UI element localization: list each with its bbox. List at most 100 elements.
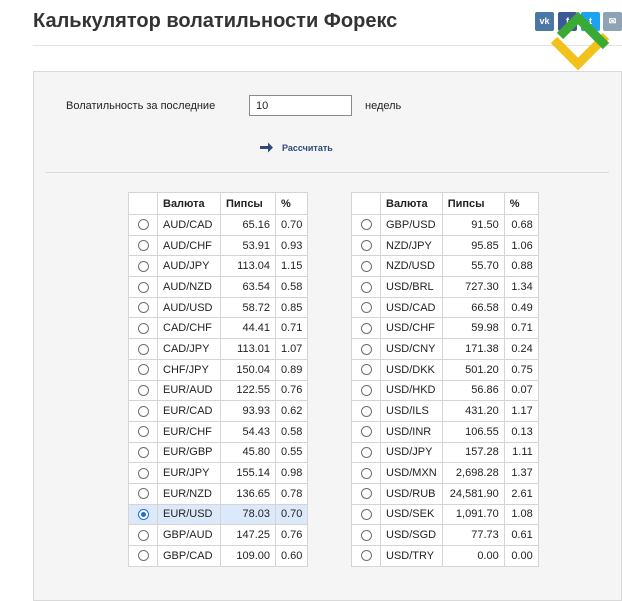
row-select-cell[interactable] [351, 441, 381, 464]
table-row[interactable]: USD/BRL 727.30 1.34 [351, 276, 539, 298]
table-row[interactable]: GBP/CAD 109.00 0.60 [128, 545, 309, 567]
table-row[interactable]: USD/SEK 1,091.70 1.08 [351, 503, 539, 526]
table-row[interactable]: GBP/AUD 147.25 0.76 [128, 524, 309, 546]
table-row[interactable]: CHF/JPY 150.04 0.89 [128, 358, 309, 381]
row-select-cell[interactable] [351, 420, 381, 443]
row-select-cell[interactable] [128, 441, 158, 464]
table-row[interactable]: USD/TRY 0.00 0.00 [351, 545, 539, 567]
pair-radio[interactable] [137, 281, 149, 293]
pair-radio[interactable] [360, 509, 372, 521]
table-row[interactable]: NZD/USD 55.70 0.88 [351, 255, 539, 278]
pair-radio[interactable] [137, 550, 149, 562]
table-row[interactable]: USD/CNY 171.38 0.24 [351, 338, 539, 360]
table-row[interactable]: EUR/AUD 122.55 0.76 [128, 379, 309, 402]
pair-radio[interactable] [360, 343, 372, 355]
table-row[interactable]: USD/SGD 77.73 0.61 [351, 524, 539, 546]
table-row[interactable]: CAD/JPY 113.01 1.07 [128, 338, 309, 360]
row-select-cell[interactable] [351, 234, 381, 257]
row-select-cell[interactable] [128, 296, 158, 319]
pair-radio[interactable] [360, 260, 372, 272]
table-row[interactable]: USD/RUB 24,581.90 2.61 [351, 482, 539, 505]
table-row[interactable]: USD/INR 106.55 0.13 [351, 420, 539, 443]
pair-radio[interactable] [137, 384, 149, 396]
table-row[interactable]: EUR/CAD 93.93 0.62 [128, 400, 309, 422]
table-row[interactable]: AUD/CHF 53.91 0.93 [128, 234, 309, 257]
pair-radio[interactable] [360, 529, 372, 541]
weeks-input[interactable] [249, 95, 352, 116]
row-select-cell[interactable] [128, 234, 158, 257]
row-select-cell[interactable] [128, 524, 158, 546]
row-select-cell[interactable] [128, 400, 158, 422]
pair-radio[interactable] [360, 405, 372, 417]
table-row[interactable]: AUD/NZD 63.54 0.58 [128, 276, 309, 298]
row-select-cell[interactable] [128, 379, 158, 402]
table-row[interactable]: AUD/USD 58.72 0.85 [128, 296, 309, 319]
row-select-cell[interactable] [128, 462, 158, 484]
pair-radio[interactable] [137, 467, 149, 479]
pair-radio[interactable] [137, 260, 149, 272]
table-row[interactable]: EUR/JPY 155.14 0.98 [128, 462, 309, 484]
row-select-cell[interactable] [128, 358, 158, 381]
row-select-cell[interactable] [351, 317, 381, 340]
row-select-cell[interactable] [128, 276, 158, 298]
pair-radio[interactable] [360, 384, 372, 396]
pair-radio[interactable] [360, 488, 372, 500]
pair-radio[interactable] [137, 488, 149, 500]
row-select-cell[interactable] [128, 338, 158, 360]
table-row[interactable]: USD/MXN 2,698.28 1.37 [351, 462, 539, 484]
row-select-cell[interactable] [351, 255, 381, 278]
pair-radio[interactable] [137, 447, 149, 458]
pair-radio[interactable] [360, 447, 372, 458]
table-row[interactable]: USD/ILS 431.20 1.17 [351, 400, 539, 422]
table-row[interactable]: AUD/JPY 113.04 1.15 [128, 255, 309, 278]
pair-radio[interactable] [137, 509, 149, 521]
table-row[interactable]: EUR/GBP 45.80 0.55 [128, 441, 309, 464]
table-row[interactable]: USD/JPY 157.28 1.11 [351, 441, 539, 464]
pair-radio[interactable] [360, 322, 372, 334]
pair-radio[interactable] [137, 240, 149, 252]
pair-radio[interactable] [360, 426, 372, 438]
row-select-cell[interactable] [351, 524, 381, 546]
row-select-cell[interactable] [351, 276, 381, 298]
row-select-cell[interactable] [128, 255, 158, 278]
row-select-cell[interactable] [128, 420, 158, 443]
table-row[interactable]: AUD/CAD 65.16 0.70 [128, 214, 309, 236]
row-select-cell[interactable] [351, 296, 381, 319]
pair-radio[interactable] [360, 219, 372, 231]
pair-radio[interactable] [137, 405, 149, 417]
row-select-cell[interactable] [351, 379, 381, 402]
table-row[interactable]: NZD/JPY 95.85 1.06 [351, 234, 539, 257]
pair-radio[interactable] [137, 364, 149, 376]
pair-radio[interactable] [360, 364, 372, 376]
table-row[interactable]: USD/CHF 59.98 0.71 [351, 317, 539, 340]
row-select-cell[interactable] [351, 545, 381, 567]
calculate-button[interactable]: Рассчитать [260, 142, 333, 153]
table-row[interactable]: GBP/USD 91.50 0.68 [351, 214, 539, 236]
pair-radio[interactable] [137, 219, 149, 231]
table-row[interactable]: EUR/CHF 54.43 0.58 [128, 420, 309, 443]
row-select-cell[interactable] [351, 214, 381, 236]
table-row[interactable]: EUR/NZD 136.65 0.78 [128, 482, 309, 505]
pair-radio[interactable] [360, 467, 372, 479]
pair-radio[interactable] [137, 343, 149, 355]
pair-radio[interactable] [137, 426, 149, 438]
row-select-cell[interactable] [351, 503, 381, 526]
row-select-cell[interactable] [128, 214, 158, 236]
pair-radio[interactable] [360, 240, 372, 252]
row-select-cell[interactable] [351, 482, 381, 505]
pair-radio[interactable] [360, 550, 372, 562]
row-select-cell[interactable] [351, 400, 381, 422]
table-row[interactable]: USD/CAD 66.58 0.49 [351, 296, 539, 319]
pair-radio[interactable] [137, 302, 149, 314]
row-select-cell[interactable] [128, 545, 158, 567]
pair-radio[interactable] [137, 529, 149, 541]
table-row[interactable]: EUR/USD 78.03 0.70 [128, 503, 309, 526]
pair-radio[interactable] [137, 322, 149, 334]
table-row[interactable]: USD/HKD 56.86 0.07 [351, 379, 539, 402]
table-row[interactable]: CAD/CHF 44.41 0.71 [128, 317, 309, 340]
row-select-cell[interactable] [351, 338, 381, 360]
row-select-cell[interactable] [128, 482, 158, 505]
row-select-cell[interactable] [128, 503, 158, 526]
pair-radio[interactable] [360, 281, 372, 293]
table-row[interactable]: USD/DKK 501.20 0.75 [351, 358, 539, 381]
